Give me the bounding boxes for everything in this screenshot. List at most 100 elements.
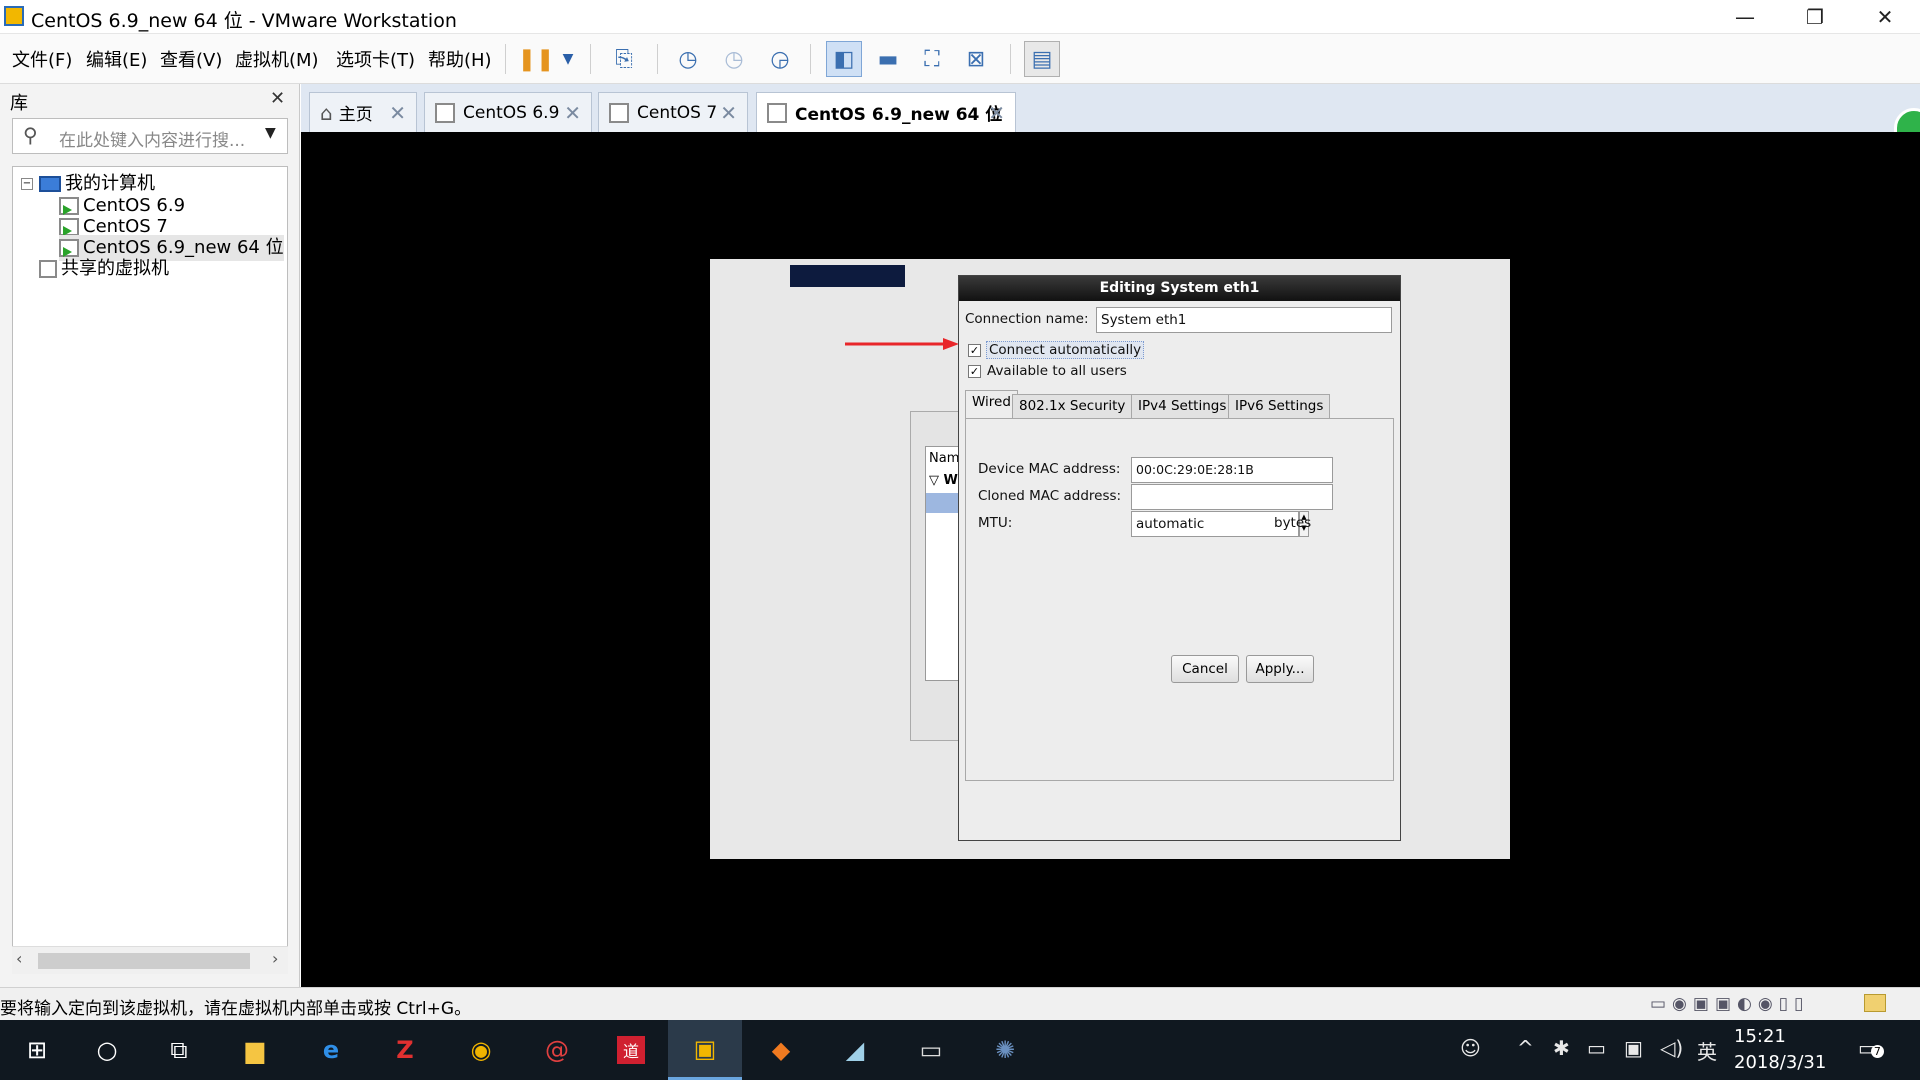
tab-8021x-security[interactable]: 802.1x Security (1012, 394, 1133, 419)
clock-date[interactable]: 2018/3/31 (1734, 1052, 1826, 1073)
vmware-taskbar-icon[interactable]: ▣ (668, 1020, 742, 1080)
library-close-icon[interactable]: ✕ (270, 88, 285, 109)
tab-centos7[interactable]: CentOS 7 ✕ (598, 92, 748, 132)
tab-close-icon[interactable]: ✕ (389, 101, 406, 125)
volume-icon[interactable]: ◁) (1660, 1036, 1683, 1060)
cancel-button[interactable]: Cancel (1171, 655, 1239, 683)
file-explorer-icon[interactable]: ▆ (218, 1020, 292, 1080)
library-title: 库 (10, 93, 28, 114)
toolbar-separator (657, 44, 658, 74)
cloned-mac-field[interactable] (1131, 484, 1333, 510)
tab-close-icon[interactable]: ✕ (988, 101, 1005, 125)
connect-automatically-checkbox[interactable]: ✓ (968, 344, 981, 357)
device-mac-label: Device MAC address: (978, 461, 1121, 477)
pause-icon[interactable]: ❚❚ (518, 41, 555, 77)
menu-view[interactable]: 查看(V) (160, 46, 222, 72)
people-icon[interactable]: ☺ (1460, 1036, 1481, 1060)
network-icon[interactable]: ▣ (1624, 1036, 1643, 1060)
clock-time[interactable]: 15:21 (1734, 1026, 1786, 1047)
snapshot-manager-icon[interactable]: ◶ (762, 41, 798, 77)
collapse-icon[interactable]: − (21, 178, 33, 190)
tab-label: CentOS 7 (637, 102, 718, 123)
edge-browser-icon[interactable]: e (294, 1020, 368, 1080)
filezilla-icon[interactable]: Z (368, 1020, 442, 1080)
library-search-box[interactable]: ⚲ 在此处键入内容进行搜... ▼ (12, 118, 288, 154)
tab-wired[interactable]: Wired (965, 390, 1018, 419)
start-button-icon[interactable]: ⊞ (0, 1020, 74, 1080)
snail-app-icon[interactable]: @ (520, 1020, 594, 1080)
tab-ipv4-settings[interactable]: IPv4 Settings (1131, 394, 1234, 419)
menu-vm[interactable]: 虚拟机(M) (235, 46, 319, 72)
computer-icon (39, 176, 61, 192)
revert-snapshot-icon[interactable]: ◷ (716, 41, 752, 77)
search-circle-icon[interactable]: ○ (70, 1020, 144, 1080)
pdf-app-icon[interactable]: ◆ (744, 1020, 818, 1080)
apply-button[interactable]: Apply... (1246, 655, 1314, 683)
console-view-icon[interactable]: ▤ (1024, 41, 1060, 77)
vm-icon (59, 197, 79, 215)
guest-list-group: ▽ W (929, 473, 958, 488)
toolbar-separator (505, 44, 506, 74)
notes-app-icon[interactable]: ◢ (818, 1020, 892, 1080)
tree-root-label: 我的计算机 (65, 173, 155, 194)
menu-file[interactable]: 文件(F) (12, 46, 72, 72)
scroll-left-icon[interactable]: ‹ (16, 949, 22, 968)
library-search-input[interactable]: 在此处键入内容进行搜... (59, 126, 245, 151)
vm-icon (609, 102, 629, 123)
restore-button[interactable]: ❐ (1780, 0, 1850, 34)
menu-help[interactable]: 帮助(H) (428, 46, 492, 72)
tab-ipv6-settings[interactable]: IPv6 Settings (1228, 394, 1331, 419)
window-titlebar: CentOS 6.9_new 64 位 - VMware Workstation… (0, 0, 1920, 34)
horizontal-scrollbar[interactable]: ‹ › (12, 946, 288, 974)
guest-list-header: Nam (929, 451, 960, 466)
unity-icon[interactable]: ⊠ (958, 41, 994, 77)
scroll-right-icon[interactable]: › (272, 949, 278, 968)
tab-centos69[interactable]: CentOS 6.9 ✕ (424, 92, 592, 132)
message-log-icon[interactable] (1864, 994, 1886, 1012)
task-view-icon[interactable]: ⧉ (142, 1020, 216, 1080)
tab-close-icon[interactable]: ✕ (564, 101, 581, 125)
action-center-icon[interactable]: ▭7 (1858, 1036, 1884, 1060)
tab-close-icon[interactable]: ✕ (720, 101, 737, 125)
tab-home[interactable]: ⌂ 主页 ✕ (309, 92, 417, 132)
tree-item-label: CentOS 6.9 (83, 195, 186, 216)
toolbar-separator (1010, 44, 1011, 74)
wired-tab-panel: Device MAC address: 00:0C:29:0E:28:1B Cl… (965, 418, 1394, 781)
chrome-icon[interactable]: ◉ (444, 1020, 518, 1080)
close-button[interactable]: ✕ (1850, 0, 1920, 34)
scroll-thumb[interactable] (38, 953, 250, 969)
chevron-down-icon[interactable]: ▼ (550, 41, 586, 77)
connection-name-field[interactable]: System eth1 (1096, 307, 1392, 333)
menu-edit[interactable]: 编辑(E) (86, 46, 147, 72)
connect-automatically-label[interactable]: Connect automatically (986, 341, 1145, 359)
minimize-button[interactable]: — (1710, 0, 1780, 34)
cloned-mac-label: Cloned MAC address: (978, 488, 1122, 504)
snapshot-icon[interactable]: ◷ (670, 41, 706, 77)
youdao-icon[interactable]: 道 (594, 1020, 668, 1080)
send-ctrl-alt-del-icon[interactable]: ⎘ (606, 41, 642, 77)
search-dropdown-icon[interactable]: ▼ (265, 125, 276, 141)
tab-centos69-new[interactable]: CentOS 6.9_new 64 位 ✕ (756, 92, 1016, 132)
menu-tabs[interactable]: 选项卡(T) (336, 46, 415, 72)
library-tree: − 我的计算机 CentOS 6.9 CentOS 7 CentOS 6.9_ne… (12, 166, 288, 974)
terminal-icon[interactable]: ▭ (894, 1020, 968, 1080)
connection-name-label: Connection name: (965, 311, 1089, 327)
show-library-icon[interactable]: ◧ (826, 41, 862, 77)
tray-app-icon[interactable]: ✱ (1553, 1036, 1570, 1060)
battery-icon[interactable]: ▭ (1587, 1036, 1606, 1060)
device-mac-field[interactable]: 00:0C:29:0E:28:1B (1131, 457, 1333, 483)
status-bar: 要将输入定向到该虚拟机，请在虚拟机内部单击或按 Ctrl+G。 ▭◉▣▣◐◉▯▯ (0, 987, 1920, 1020)
available-all-users-checkbox[interactable]: ✓ (968, 365, 981, 378)
tab-label: CentOS 6.9 (463, 102, 560, 123)
ime-indicator[interactable]: 英 (1697, 1036, 1717, 1065)
tray-expand-icon[interactable]: ^ (1517, 1036, 1534, 1060)
notification-count-badge: 7 (1870, 1045, 1884, 1058)
globe-app-icon[interactable]: ✺ (968, 1020, 1042, 1080)
available-all-users-label[interactable]: Available to all users (987, 363, 1127, 379)
thumbnail-bar-icon[interactable]: ▬ (870, 41, 906, 77)
device-status-icons[interactable]: ▭◉▣▣◐◉▯▯ (1650, 994, 1809, 1014)
status-text: 要将输入定向到该虚拟机，请在虚拟机内部单击或按 Ctrl+G。 (0, 999, 472, 1019)
tree-item-shared-vms[interactable]: 共享的虚拟机 (39, 256, 169, 282)
full-screen-icon[interactable]: ⛶ (914, 41, 950, 77)
guest-list-group-label: W (943, 473, 958, 488)
